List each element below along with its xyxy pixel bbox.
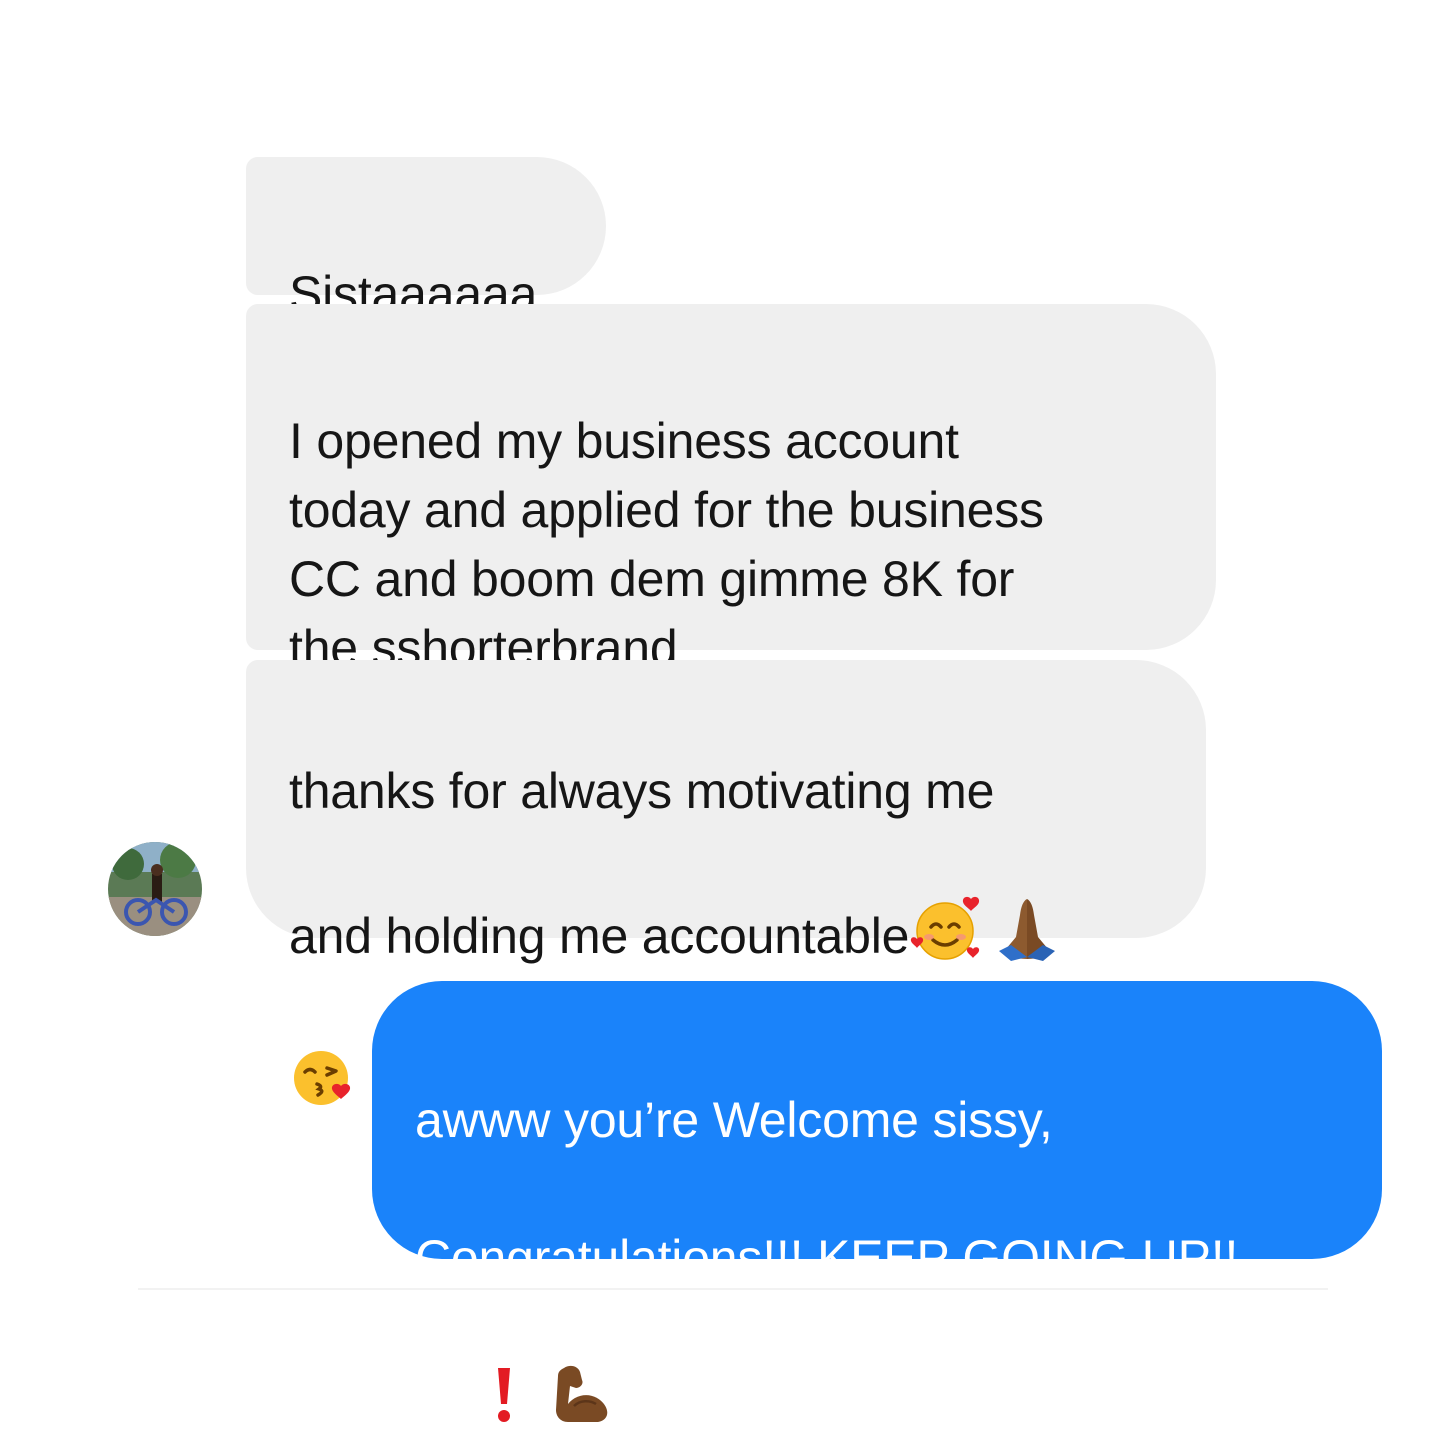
- flexed-biceps-icon: [550, 1362, 616, 1440]
- incoming-message-bubble[interactable]: I opened my business account today and a…: [246, 304, 1216, 676]
- incoming-message-bubble[interactable]: thanks for always motivating me and hold…: [246, 660, 1206, 1105]
- message-text-line: TF: [415, 1371, 476, 1427]
- message-text: I opened my business account today and a…: [289, 413, 1044, 676]
- message-text-line: and holding me accountable: [289, 908, 910, 964]
- message-text-line: Congratulations!!! KEEP GOING UP!!: [415, 1230, 1239, 1286]
- contact-avatar[interactable]: [108, 842, 202, 936]
- message-text-line: thanks for always motivating me: [289, 763, 995, 819]
- folded-hands-icon: [995, 895, 1059, 979]
- divider: [138, 1288, 1328, 1290]
- chat-thread: Sistaaaaaa I opened my business account …: [0, 0, 1440, 1440]
- outgoing-message-bubble[interactable]: awww you’re Welcome sissy, Congratulatio…: [372, 981, 1382, 1427]
- smiling-face-with-hearts-icon: [909, 895, 981, 979]
- incoming-message-bubble[interactable]: Sistaaaaaa: [246, 157, 606, 322]
- message-text-line: awww you’re Welcome sissy,: [415, 1092, 1053, 1148]
- face-blowing-kiss-icon: [289, 1048, 355, 1126]
- red-exclamation-mark-icon: [490, 1364, 518, 1440]
